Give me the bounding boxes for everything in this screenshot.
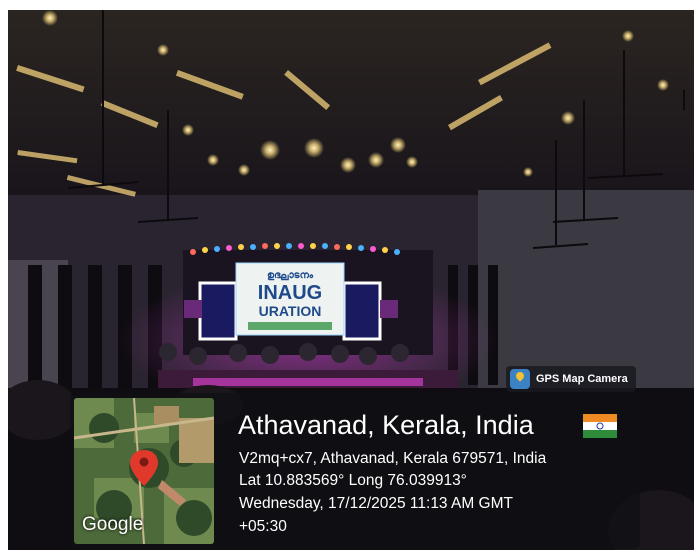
stage-screen-line2: URATION	[259, 303, 322, 319]
stage-screen-script: ഉദ്ഘാടനം	[267, 270, 314, 281]
india-flag-icon	[583, 414, 617, 438]
stage-screen-line1: INAUG	[258, 282, 322, 304]
coordinates-line: Lat 10.883569° Long 76.039913°	[239, 472, 467, 489]
address-line: V2mq+cx7, Athavanad, Kerala 679571, Indi…	[239, 450, 547, 467]
datetime-line: Wednesday, 17/12/2025 11:13 AM GMT	[239, 495, 513, 512]
map-thumbnail: Google	[74, 398, 214, 544]
map-pin-icon	[510, 369, 530, 389]
gps-camera-badge: GPS Map Camera	[506, 366, 636, 392]
google-watermark: Google	[82, 514, 144, 535]
timezone-line: +05:30	[239, 518, 287, 535]
location-title: Athavanad, Kerala, India	[238, 410, 534, 440]
badge-label: GPS Map Camera	[536, 373, 628, 385]
